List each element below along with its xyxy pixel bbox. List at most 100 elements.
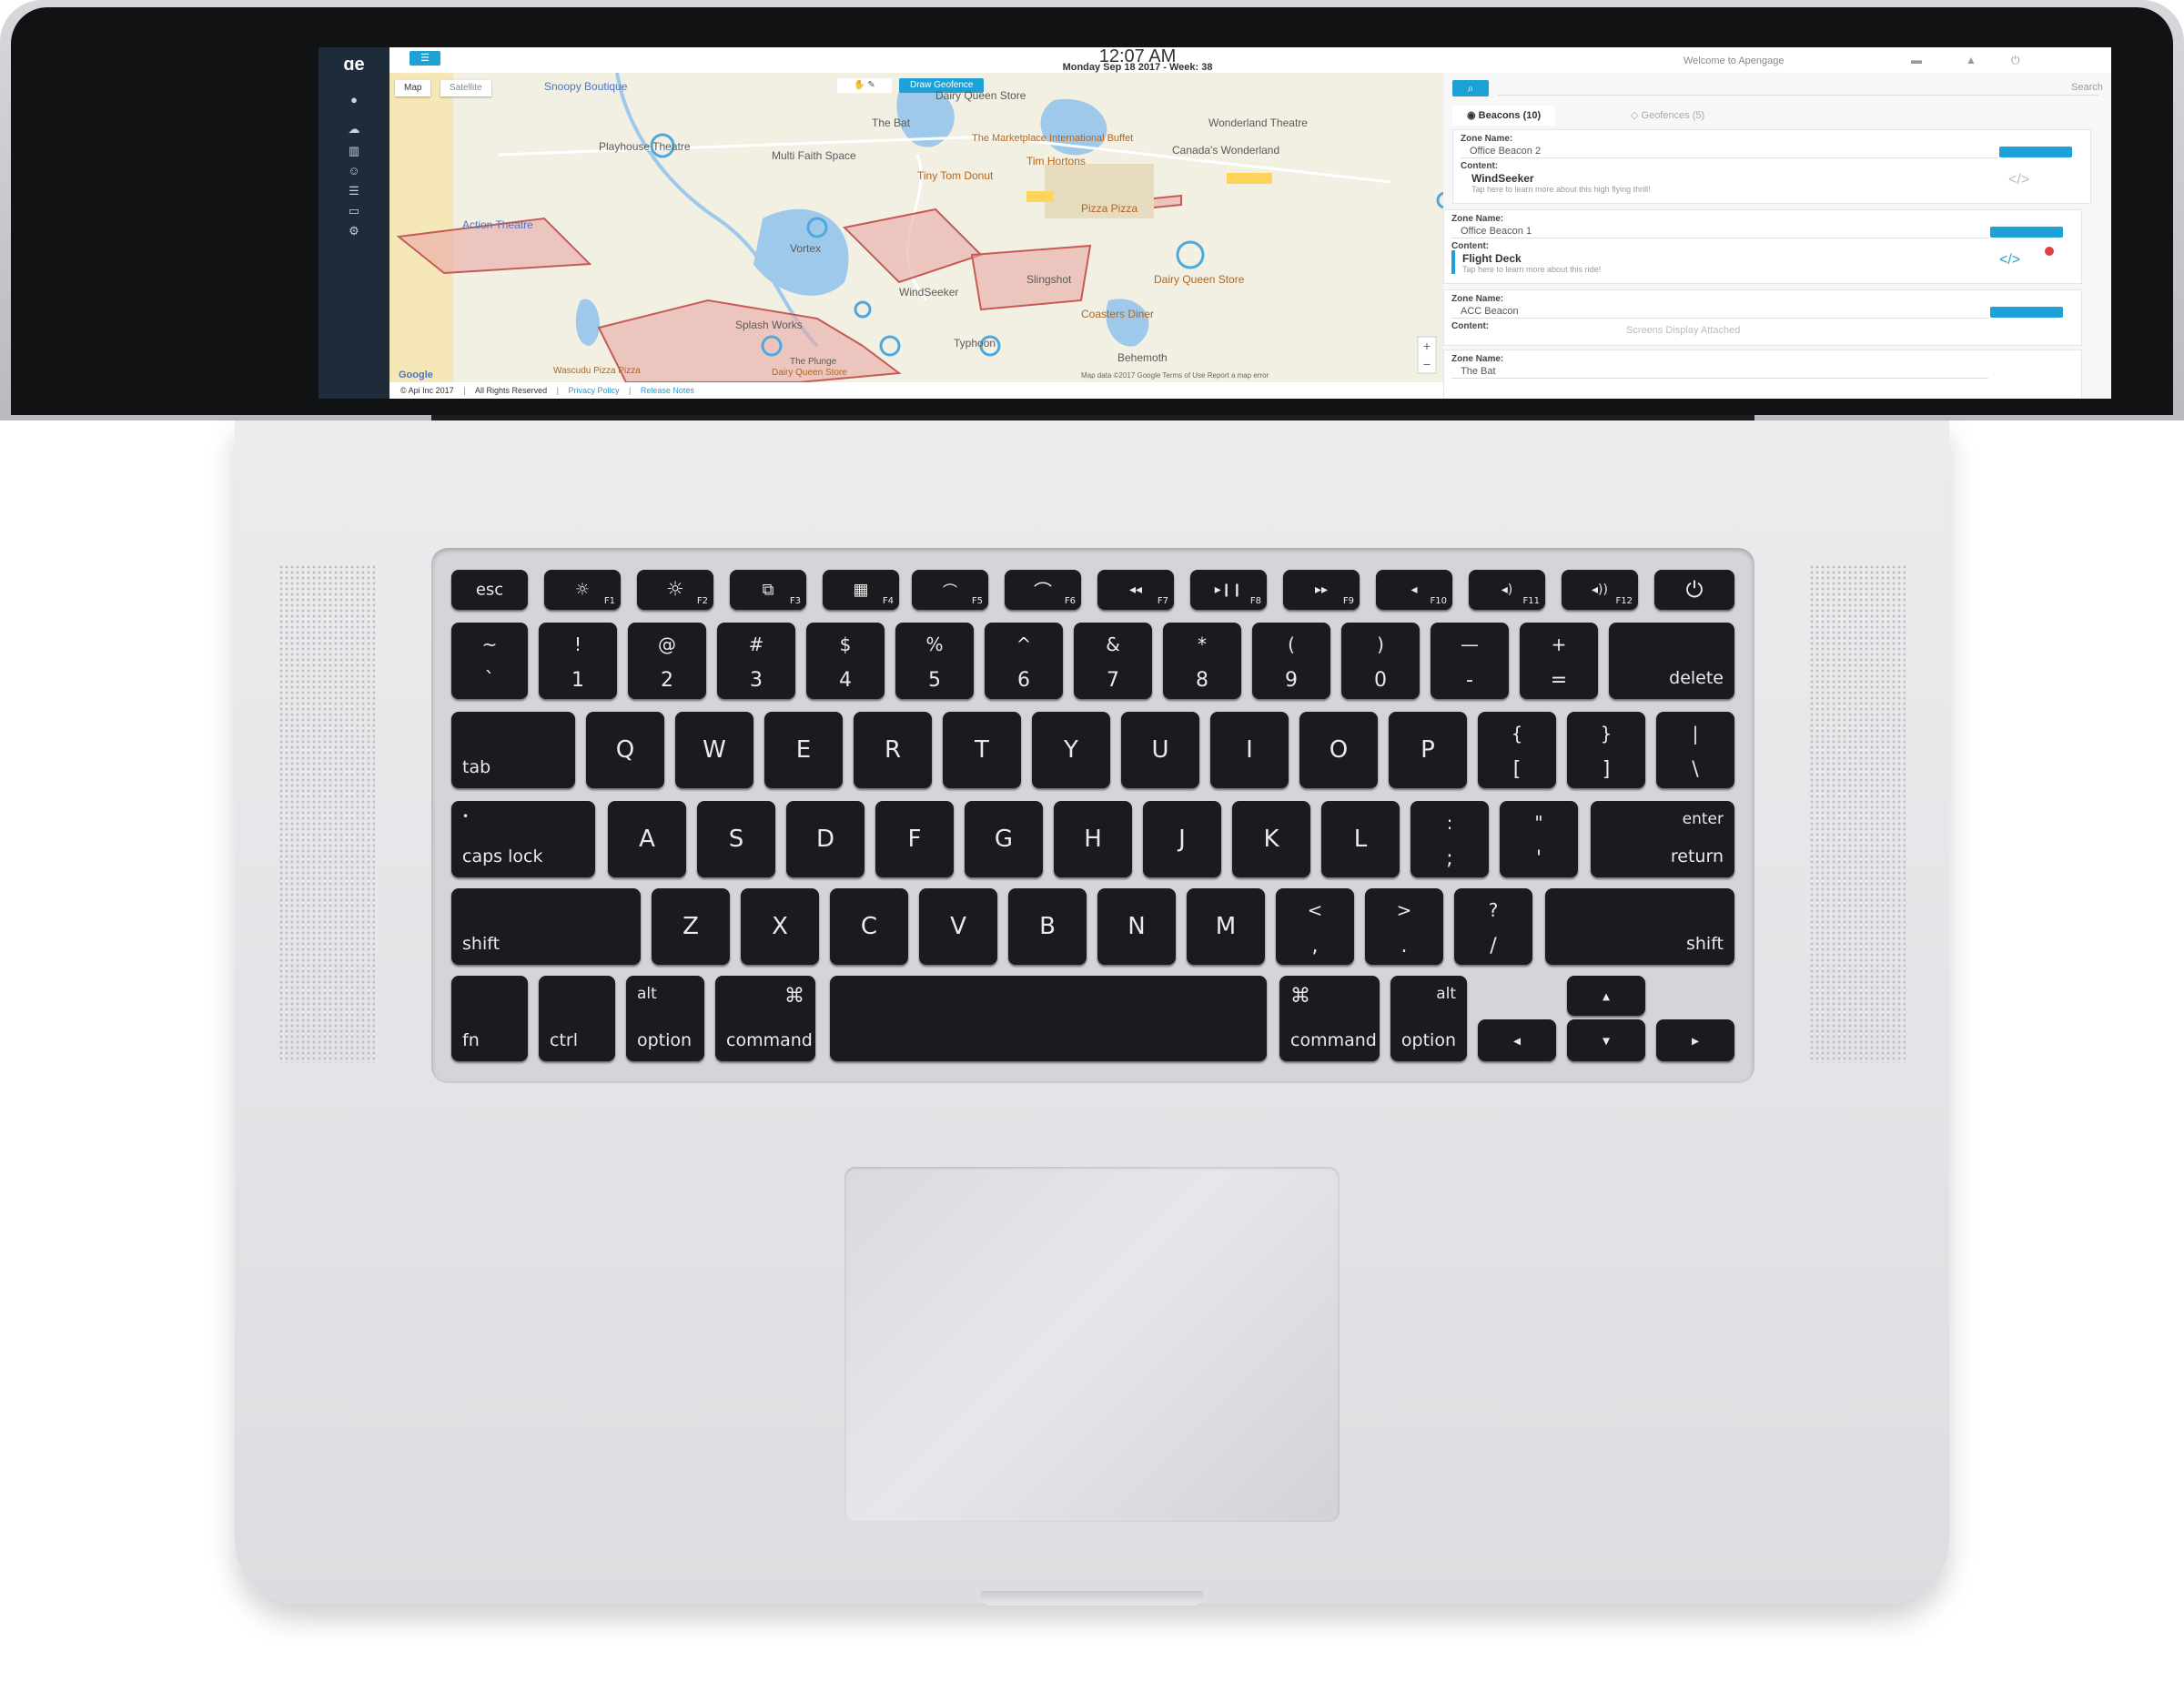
- key-slash[interactable]: ? /: [1454, 888, 1532, 965]
- key-delete[interactable]: delete: [1609, 623, 1734, 699]
- map-label[interactable]: Multi Faith Space: [772, 149, 856, 162]
- zone-name-field[interactable]: Office Beacon 2: [1461, 145, 1997, 158]
- zone-name-field[interactable]: Office Beacon 1: [1451, 225, 1988, 238]
- key-2[interactable]: @2: [628, 623, 706, 699]
- key-period[interactable]: >.: [1365, 888, 1443, 965]
- map-label[interactable]: Dairy Queen Store: [1154, 273, 1244, 286]
- zone-action-buttons[interactable]: [1990, 307, 2063, 318]
- key-right-command[interactable]: ⌘ command: [1279, 976, 1380, 1061]
- key-f6[interactable]: ⌒ F6: [1005, 570, 1081, 610]
- key-0[interactable]: ) 0: [1341, 623, 1420, 699]
- key-h[interactable]: H: [1054, 801, 1132, 877]
- map-label[interactable]: Pizza Pizza: [1081, 202, 1138, 215]
- key-t[interactable]: T: [943, 712, 1021, 788]
- zone-action-buttons[interactable]: [1990, 227, 2063, 238]
- key-tab[interactable]: tab: [451, 712, 575, 788]
- key-4[interactable]: $4: [806, 623, 885, 699]
- key-p[interactable]: P: [1389, 712, 1467, 788]
- tab-beacons[interactable]: ◉ Beacons (10): [1452, 106, 1556, 126]
- content-title[interactable]: WindSeeker: [1471, 172, 1534, 185]
- map-label[interactable]: Tiny Tom Donut: [917, 169, 993, 182]
- map-label[interactable]: Wascudu Pizza Pizza: [553, 366, 641, 376]
- key-j[interactable]: J: [1143, 801, 1221, 877]
- key-o[interactable]: O: [1299, 712, 1378, 788]
- key-g[interactable]: G: [965, 801, 1043, 877]
- key-minus[interactable]: — -: [1431, 623, 1509, 699]
- key-power[interactable]: ⏻: [1654, 570, 1734, 610]
- sidebar-location-icon[interactable]: ●: [318, 93, 389, 106]
- key-quote[interactable]: " ': [1500, 801, 1578, 877]
- map-label[interactable]: Wonderland Theatre: [1208, 117, 1308, 129]
- map-label[interactable]: The Marketplace International Buffet: [972, 133, 1172, 144]
- zoom-in-button[interactable]: +: [1418, 339, 1436, 355]
- key-a[interactable]: A: [608, 801, 686, 877]
- map-label[interactable]: Canada's Wonderland: [1172, 144, 1279, 157]
- search-icon[interactable]: ⌕: [1452, 80, 1489, 96]
- sidebar-chart-icon[interactable]: ▥: [318, 144, 389, 158]
- key-right-bracket[interactable]: }]: [1567, 712, 1645, 788]
- key-f1[interactable]: ☼ F1: [544, 570, 621, 610]
- key-u[interactable]: U: [1121, 712, 1199, 788]
- map-label[interactable]: Playhouse Theatre: [599, 140, 691, 153]
- map-label[interactable]: Coasters Diner: [1081, 308, 1154, 320]
- zone-action-buttons[interactable]: [1999, 147, 2072, 157]
- map-tab-satellite[interactable]: Satellite: [440, 80, 491, 96]
- privacy-policy-link[interactable]: Privacy Policy: [568, 386, 619, 395]
- map-label[interactable]: Snoopy Boutique: [544, 80, 627, 93]
- zone-card[interactable]: Zone Name: Office Beacon 2 Content: Wind…: [1452, 129, 2091, 204]
- zone-card[interactable]: Zone Name: The Bat: [1443, 350, 2082, 399]
- key-b[interactable]: B: [1008, 888, 1087, 965]
- map-label[interactable]: Dairy Queen Store: [935, 89, 1026, 102]
- key-fn[interactable]: fn: [451, 976, 528, 1061]
- key-n[interactable]: N: [1097, 888, 1176, 965]
- messages-icon[interactable]: ▬: [1911, 54, 1922, 66]
- key-arrow-right[interactable]: ▸: [1656, 1019, 1734, 1061]
- key-k[interactable]: K: [1232, 801, 1310, 877]
- key-right-shift[interactable]: shift: [1545, 888, 1734, 965]
- key-equals[interactable]: + =: [1520, 623, 1598, 699]
- key-f2[interactable]: ☼ F2: [637, 570, 713, 610]
- key-caps-lock[interactable]: • caps lock: [451, 801, 595, 877]
- map-label[interactable]: Splash Works: [735, 319, 803, 331]
- key-f10[interactable]: ◂ F10: [1376, 570, 1452, 610]
- key-f7[interactable]: ◂◂ F7: [1097, 570, 1174, 610]
- map-label[interactable]: Dairy Queen Store: [772, 368, 847, 378]
- key-esc[interactable]: esc: [451, 570, 528, 610]
- map-label[interactable]: WindSeeker: [899, 286, 958, 299]
- search-input[interactable]: Search: [2071, 82, 2103, 93]
- map-tab-map[interactable]: Map: [395, 80, 431, 96]
- key-f4[interactable]: ▦ F4: [823, 570, 899, 610]
- key-e[interactable]: E: [764, 712, 843, 788]
- key-i[interactable]: I: [1210, 712, 1289, 788]
- key-space[interactable]: [830, 976, 1267, 1061]
- zone-card[interactable]: Zone Name: ACC Beacon Content: Screens D…: [1443, 289, 2082, 346]
- map-label[interactable]: Tim Hortons: [1026, 155, 1086, 167]
- key-f3[interactable]: ⧉ F3: [730, 570, 806, 610]
- power-icon[interactable]: ⏻: [2011, 54, 2020, 67]
- map-label[interactable]: Typhoon: [954, 337, 996, 350]
- key-left-option[interactable]: alt option: [626, 976, 704, 1061]
- key-r[interactable]: R: [854, 712, 932, 788]
- sidebar-list-icon[interactable]: ☰: [318, 184, 389, 198]
- sidebar-display-icon[interactable]: ▭: [318, 204, 389, 218]
- key-f11[interactable]: ◂) F11: [1469, 570, 1545, 610]
- map-label[interactable]: The Plunge: [790, 357, 836, 367]
- key-s[interactable]: S: [697, 801, 775, 877]
- key-arrow-left[interactable]: ◂: [1478, 1019, 1556, 1061]
- remove-content-icon[interactable]: [2045, 247, 2054, 256]
- key-semicolon[interactable]: :;: [1410, 801, 1489, 877]
- sidebar-chat-icon[interactable]: ☁: [318, 122, 389, 137]
- map-label[interactable]: Behemoth: [1117, 351, 1168, 364]
- map-label[interactable]: Action Theatre: [462, 218, 533, 231]
- map-drawing-tools[interactable]: ✋ ✎: [837, 78, 892, 93]
- key-f12[interactable]: ◂)) F12: [1562, 570, 1638, 610]
- zone-name-field[interactable]: ACC Beacon: [1451, 305, 1988, 319]
- key-7[interactable]: & 7: [1074, 623, 1152, 699]
- key-ctrl[interactable]: ctrl: [539, 976, 615, 1061]
- sidebar-users-icon[interactable]: ☺: [318, 164, 389, 177]
- zoom-out-button[interactable]: −: [1418, 357, 1436, 373]
- key-x[interactable]: X: [741, 888, 819, 965]
- key-c[interactable]: C: [830, 888, 908, 965]
- content-title[interactable]: Flight Deck: [1462, 252, 1522, 265]
- map-label[interactable]: The Bat: [872, 117, 910, 129]
